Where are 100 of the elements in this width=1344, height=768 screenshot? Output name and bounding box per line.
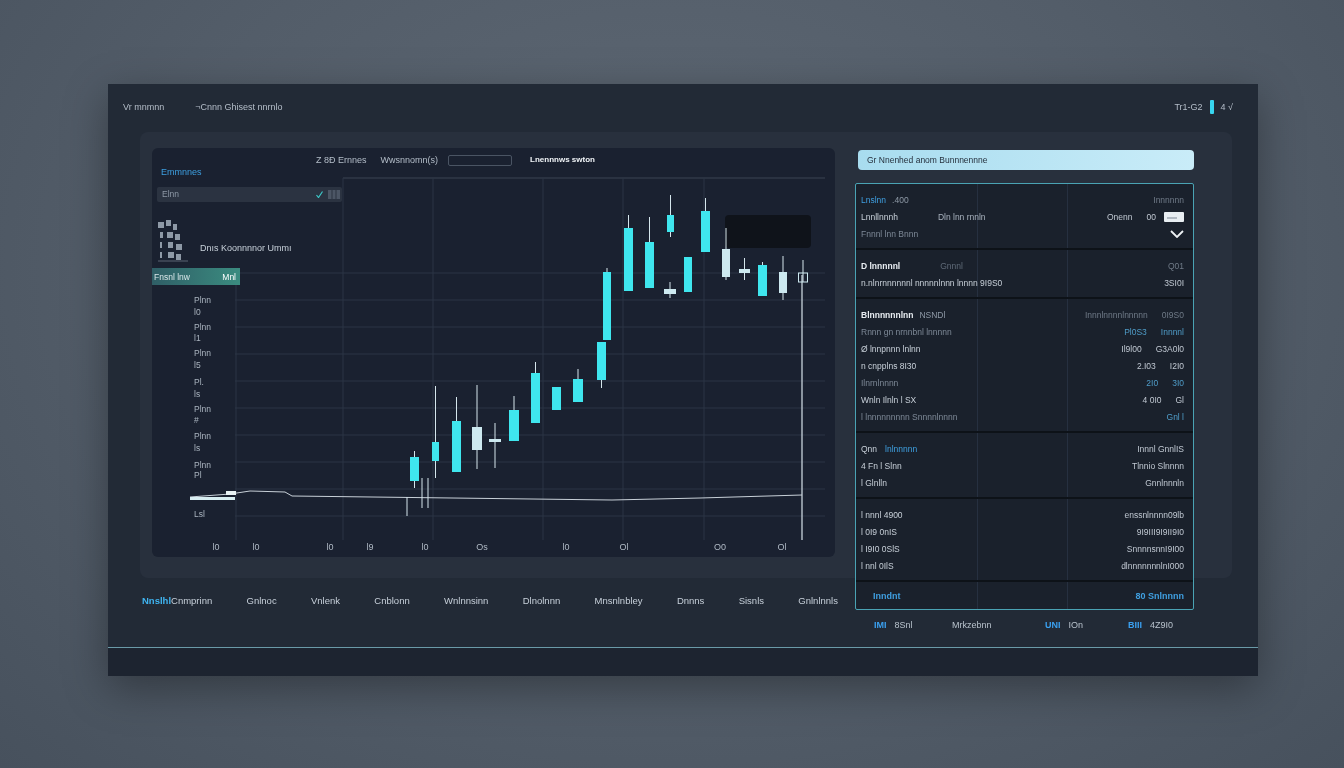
chevron-down-icon bbox=[1170, 229, 1184, 238]
row-label: l I9I0 0SlS bbox=[861, 543, 900, 554]
row-label: Rnnn gn nrnnbnl lnnnnn bbox=[861, 326, 952, 337]
axis-label: O0 bbox=[714, 542, 726, 552]
row-value: Innnlnnnnlnnnnn bbox=[1084, 309, 1148, 320]
squares-icon bbox=[158, 220, 188, 262]
nav-item[interactable]: Dnnns bbox=[676, 595, 705, 607]
stat-value: IOn bbox=[1068, 620, 1083, 630]
axis-label: l1 bbox=[194, 333, 201, 343]
stat-value: Mrkzebnn bbox=[952, 620, 992, 630]
row-label: l Glnlln bbox=[861, 477, 887, 488]
row-text: Dln lnn rnnln bbox=[937, 211, 986, 222]
row-label: Qnn bbox=[861, 443, 878, 454]
row-value: I2I0 bbox=[1169, 360, 1184, 371]
row-value: Q01 bbox=[1167, 260, 1184, 271]
row-value: 2.I03 bbox=[1136, 360, 1156, 371]
highlight-row[interactable]: Fnsnl lnw Mnl bbox=[152, 268, 240, 285]
row-value: Gnl l bbox=[1166, 411, 1184, 422]
brand-name: Nnslhl bbox=[142, 595, 172, 607]
info-banner: Gr Nnenhed anom Bunnnennne bbox=[858, 150, 1194, 170]
row-label: Wnln Ilnln l SX bbox=[861, 394, 917, 405]
row-value: Il9l00 bbox=[1121, 343, 1142, 354]
axis-label: l0 bbox=[421, 542, 429, 552]
row-label: 4 Fn l Slnn bbox=[861, 460, 902, 471]
axis-label: # bbox=[194, 415, 199, 425]
row-label: D lnnnnnl bbox=[861, 260, 901, 271]
row-value: enssnlnnnn09lb bbox=[1124, 509, 1184, 520]
nav-item[interactable]: Wnlnnsinn bbox=[444, 595, 489, 607]
status-text: Tr1-G2 bbox=[1174, 102, 1203, 112]
bar-icon bbox=[1209, 100, 1214, 114]
status-text: 4 √ bbox=[1220, 102, 1233, 112]
app-title: Vr mnmnn bbox=[123, 102, 165, 112]
tab[interactable]: Lnennnws swton bbox=[530, 154, 595, 166]
axis-label: l0 bbox=[562, 542, 570, 552]
row-value: dlnnnnnnnlnI000 bbox=[1121, 560, 1184, 571]
axis-label: Ol bbox=[777, 542, 787, 552]
tab[interactable]: Wwsnnomn(s) bbox=[380, 154, 439, 166]
axis-label: Lsl bbox=[194, 509, 205, 519]
row-label: n cnpplns 8I30 bbox=[861, 360, 917, 371]
axis-label: Plnn bbox=[194, 460, 211, 470]
card-icon bbox=[1164, 211, 1184, 222]
row-label: n.nlnrnnnnnnl nnnnnlnnn lnnnn 9I9S0 bbox=[861, 277, 1003, 288]
row-value: Innnnnn bbox=[1153, 194, 1184, 205]
row-value: SnnnnsnnI9I00 bbox=[1126, 543, 1184, 554]
nav-item[interactable]: Vnlenk bbox=[310, 595, 340, 607]
row-label: Fnsnl lnw bbox=[154, 271, 190, 282]
row-note: NSNDl bbox=[919, 309, 946, 320]
stat-label: UNI bbox=[1045, 620, 1061, 630]
nav-item[interactable]: Sisnls bbox=[738, 595, 764, 607]
row-label: Fnnnl lnn Bnnn bbox=[861, 228, 919, 239]
header-subtitle: ¬Cnnn Ghisest nnrnlo bbox=[195, 102, 283, 112]
axis-label: Plnn bbox=[194, 322, 211, 332]
row-label: l 0I9 0nIS bbox=[861, 526, 897, 537]
row-value: 3SI0I bbox=[1164, 277, 1184, 288]
axis-label: ls bbox=[194, 389, 201, 399]
nav-item[interactable]: Gnlnlnnls bbox=[798, 595, 838, 607]
row-value: Tlnnio Slnnnn bbox=[1132, 460, 1184, 471]
stat-value: 8Snl bbox=[894, 620, 913, 630]
input-field[interactable] bbox=[448, 154, 513, 166]
axis-label: Pl bbox=[194, 470, 202, 480]
axis-label: ls bbox=[194, 443, 201, 453]
axis-label: l9 bbox=[366, 542, 374, 552]
check-icon bbox=[316, 191, 323, 198]
row-value: Pl0S3 bbox=[1124, 326, 1147, 337]
stat-label: BIII bbox=[1128, 620, 1142, 630]
row-label: lnlnnnnn bbox=[885, 443, 918, 454]
stat-label: IMI bbox=[874, 620, 887, 630]
row-label: Ilnrnlnnnn bbox=[861, 377, 899, 388]
nav-item[interactable]: Gnlnoc bbox=[246, 595, 277, 607]
nav-item[interactable]: Mnsnlnbley bbox=[594, 595, 643, 607]
stat-value: 4Z9I0 bbox=[1150, 620, 1174, 630]
nav-item[interactable]: Cnblonn bbox=[374, 595, 410, 607]
row-note: .400 bbox=[892, 194, 909, 205]
row-value: Mnl bbox=[222, 271, 236, 282]
panel-title: Emmnnes bbox=[161, 166, 202, 178]
row-label: l nnnl 4900 bbox=[861, 509, 903, 520]
search-field[interactable]: Elnn bbox=[157, 187, 342, 202]
row-label: Ø lnnpnnn lnlnn bbox=[861, 343, 921, 354]
row-value: 4 0I0 bbox=[1142, 394, 1162, 405]
row-value: 3I0 bbox=[1172, 377, 1184, 388]
series-label: Dnıs Koonnnnor Ummı bbox=[200, 242, 292, 255]
axis-label: l5 bbox=[194, 360, 201, 370]
axis-label: Pl. bbox=[194, 377, 204, 387]
row-value: 0I9S0 bbox=[1161, 309, 1184, 320]
axis-label: Plnn bbox=[194, 431, 211, 441]
row-value: Innnnl bbox=[1160, 326, 1184, 337]
row-value: Gnnlnnnln bbox=[1145, 477, 1184, 488]
axis-label: l0 bbox=[194, 307, 201, 317]
axis-label: l0 bbox=[326, 542, 334, 552]
axis-label: Os bbox=[476, 542, 488, 552]
row-value: 2I0 bbox=[1146, 377, 1159, 388]
nav-item[interactable]: Cnmprinn bbox=[171, 595, 213, 607]
row-value: Gl bbox=[1175, 394, 1184, 405]
row-label: l nnl 0IlS bbox=[861, 560, 894, 571]
row-value: G3A0l0 bbox=[1155, 343, 1184, 354]
row-value: Innnl GnnlIS bbox=[1137, 443, 1184, 454]
columns-icon bbox=[328, 190, 340, 199]
tab[interactable]: Z 8Ð Ernnes bbox=[316, 154, 367, 166]
nav-item[interactable]: Dlnolnnn bbox=[522, 595, 561, 607]
axis-label: Plnn bbox=[194, 404, 211, 414]
